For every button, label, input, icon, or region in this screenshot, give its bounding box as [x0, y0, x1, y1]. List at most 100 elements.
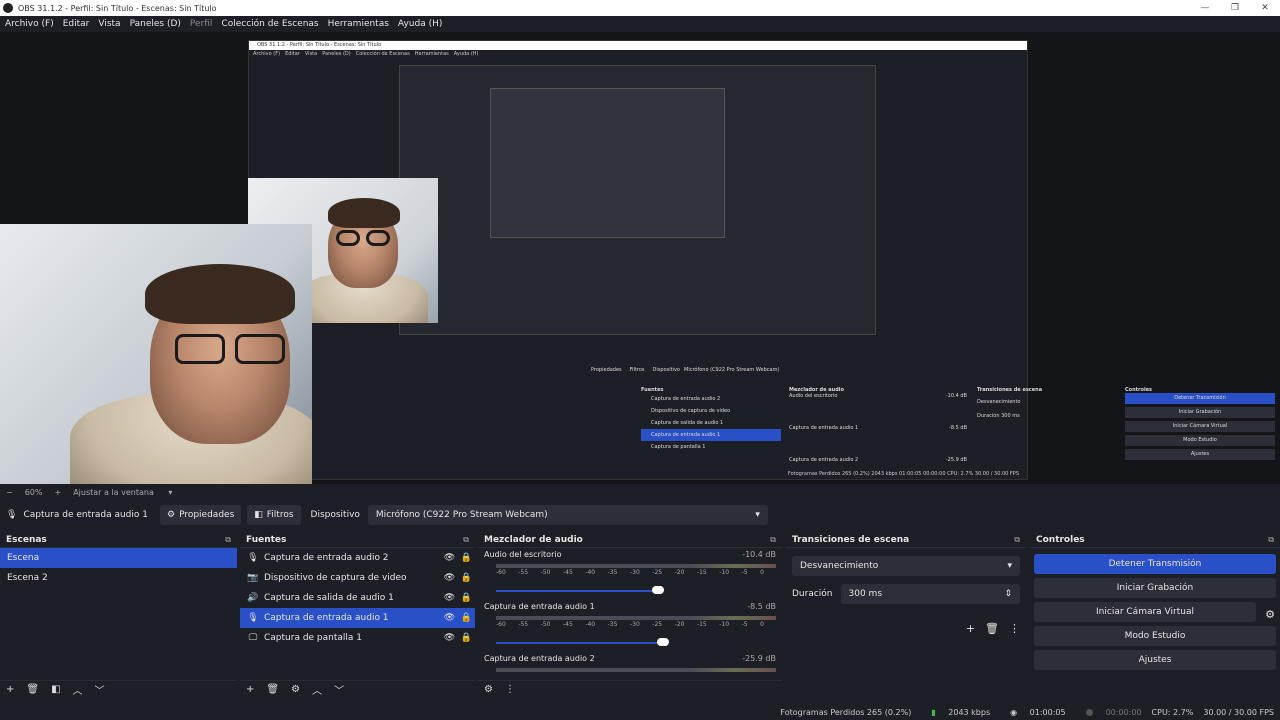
eye-icon[interactable]: 👁: [441, 613, 458, 623]
start-recording-button[interactable]: Iniciar Grabación: [1034, 578, 1276, 598]
add-icon[interactable]: +: [246, 684, 254, 695]
menu-coleccion-escenas[interactable]: Colección de Escenas: [221, 19, 318, 29]
scene-item[interactable]: Escena: [0, 548, 237, 568]
source-item[interactable]: 📷 Dispositivo de captura de video 👁 🔒: [240, 568, 475, 588]
volume-meter: -60 -55 -50 -45 -40 -35 -30 -25 -20 -15 -10 -5 0: [496, 616, 776, 638]
menu-vista[interactable]: Vista: [98, 19, 120, 29]
properties-button[interactable]: ⚙ Propiedades: [159, 505, 242, 525]
trash-icon[interactable]: 🗑: [26, 684, 39, 695]
status-bar: Fotogramas Perdidos 265 (0.2%) ▮ 2043 kb…: [0, 704, 1280, 720]
lock-icon[interactable]: 🔒: [458, 593, 475, 603]
source-toolbar: 🎙 Captura de entrada audio 1 ⚙ Propiedade…: [0, 502, 1280, 528]
chevron-down-icon[interactable]: ﹀: [334, 682, 344, 697]
lock-icon[interactable]: 🔒: [458, 573, 475, 583]
lock-icon[interactable]: 🔒: [458, 633, 475, 643]
minimize-icon[interactable]: —: [1190, 3, 1220, 13]
gear-icon[interactable]: ⚙: [1260, 608, 1280, 621]
eye-icon[interactable]: 👁: [441, 593, 458, 603]
preview-canvas[interactable]: OBS 31.1.2 - Perfil: Sin Título - Escena…: [0, 32, 1280, 484]
signal-icon: ▮: [931, 707, 936, 717]
more-options-icon[interactable]: ⋮: [505, 684, 515, 695]
cpu-usage: CPU: 2.7%: [1151, 707, 1194, 717]
menu-editar[interactable]: Editar: [63, 19, 90, 29]
source-item[interactable]: 🎙 Captura de entrada audio 2 👁 🔒: [240, 548, 475, 568]
filter-icon[interactable]: ◧: [51, 684, 60, 695]
duration-input[interactable]: 300 ms ⇕: [840, 584, 1020, 604]
monitor-icon: 🖵: [248, 633, 258, 643]
dropped-frames: Fotogramas Perdidos 265 (0.2%): [780, 707, 912, 717]
volume-slider[interactable]: [496, 586, 776, 596]
stop-stream-button[interactable]: Detener Transmisión: [1034, 554, 1276, 574]
scene-item[interactable]: Escena 2: [0, 568, 237, 588]
more-options-icon[interactable]: ⋮: [1009, 622, 1020, 635]
gear-icon[interactable]: ⚙: [291, 684, 300, 695]
undock-icon[interactable]: ⧉: [225, 535, 231, 545]
zoom-fit-dropdown[interactable]: Ajustar a la ventana ▾: [73, 488, 172, 497]
chevron-down-icon[interactable]: ﹀: [95, 682, 105, 697]
trash-icon[interactable]: 🗑: [985, 622, 999, 635]
chevron-down-icon: ▾: [755, 510, 760, 520]
sources-title: Fuentes: [246, 534, 287, 545]
webcam-feed-large: [0, 224, 312, 484]
source-item[interactable]: 🖵 Captura de pantalla 1 👁 🔒: [240, 628, 475, 648]
trash-icon[interactable]: 🗑: [266, 684, 279, 695]
undock-icon[interactable]: ⧉: [1268, 535, 1274, 545]
add-icon[interactable]: +: [966, 622, 975, 635]
controls-dock: Controles ⧉ Detener Transmisión Iniciar G…: [1030, 532, 1280, 698]
volume-slider[interactable]: [496, 638, 776, 648]
chevron-up-icon[interactable]: ︿: [312, 682, 322, 697]
nested-docks: Propiedades Filtros Dispositivo Micrófon…: [561, 363, 1277, 483]
undock-icon[interactable]: ⧉: [770, 535, 776, 545]
menu-ayuda[interactable]: Ayuda (H): [398, 19, 442, 29]
mic-icon: 🎙: [247, 553, 259, 563]
eye-icon[interactable]: 👁: [441, 573, 458, 583]
mixer-channel: Captura de entrada audio 2 -25.9 dB: [478, 652, 782, 680]
menu-herramientas[interactable]: Herramientas: [328, 19, 389, 29]
close-icon[interactable]: ✕: [1250, 3, 1280, 13]
maximize-icon[interactable]: ❐: [1220, 3, 1250, 13]
add-icon[interactable]: +: [6, 684, 14, 695]
filter-icon: ◧: [254, 510, 263, 520]
nested-sources-dock: Fuentes Captura de entrada audio 2 Dispo…: [641, 387, 781, 453]
transition-select[interactable]: Desvanecimiento ▾: [792, 556, 1020, 576]
source-item[interactable]: 🔊 Captura de salida de audio 1 👁 🔒: [240, 588, 475, 608]
window-titlebar: OBS 31.1.2 - Perfil: Sin Título - Escena…: [0, 0, 1280, 16]
zoom-out-button[interactable]: −: [6, 488, 13, 497]
menu-archivo[interactable]: Archivo (F): [5, 19, 54, 29]
settings-icon[interactable]: ⚙: [484, 684, 493, 695]
gear-icon: ⚙: [166, 510, 176, 520]
lock-icon[interactable]: 🔒: [458, 553, 475, 563]
menu-paneles[interactable]: Paneles (D): [130, 19, 181, 29]
nested-title: OBS 31.1.2 - Perfil: Sin Título - Escena…: [249, 41, 1027, 50]
nested-source-toolbar: Propiedades Filtros Dispositivo Micrófon…: [591, 367, 780, 373]
menu-perfil[interactable]: Perfil: [190, 19, 213, 29]
channel-db: -8.5 dB: [747, 602, 776, 611]
lock-icon[interactable]: 🔒: [458, 613, 475, 623]
obs-logo-icon: [3, 3, 13, 13]
undock-icon[interactable]: ⧉: [1014, 535, 1020, 545]
device-select[interactable]: Micrófono (C922 Pro Stream Webcam) ▾: [367, 505, 768, 525]
zoom-in-button[interactable]: +: [54, 488, 61, 497]
window-title: OBS 31.1.2 - Perfil: Sin Título - Escena…: [18, 3, 217, 13]
nested-controls-dock: Controles Detener Transmisión Iniciar Gr…: [1125, 387, 1275, 463]
transitions-title: Transiciones de escena: [792, 534, 910, 545]
nested-menu: Archivo (F) Editar Vista Paneles (D) Colecci…: [253, 51, 479, 57]
mixer-channel: Audio del escritorio -10.4 dB -60 -55 -50 -4…: [478, 548, 782, 600]
scenes-title: Escenas: [6, 534, 47, 545]
eye-icon[interactable]: 👁: [441, 633, 458, 643]
undock-icon[interactable]: ⧉: [463, 535, 469, 545]
studio-mode-button[interactable]: Modo Estudio: [1034, 626, 1276, 646]
settings-button[interactable]: Ajustes: [1034, 650, 1276, 670]
eye-icon[interactable]: 👁: [441, 553, 458, 563]
meter-ticks: -60 -55 -50 -45 -40 -35 -30 -25 -20 -15 -10 -5 0: [496, 569, 764, 576]
zoom-level: 60%: [24, 487, 43, 497]
stepper-icon[interactable]: ⇕: [1004, 589, 1012, 599]
source-item[interactable]: 🎙 Captura de entrada audio 1 👁 🔒: [240, 608, 475, 628]
filters-button[interactable]: ◧ Filtros: [247, 505, 301, 525]
chevron-up-icon[interactable]: ︿: [73, 682, 83, 697]
channel-name: Captura de entrada audio 2: [484, 654, 595, 663]
stream-time: 01:00:05: [1029, 707, 1066, 717]
speaker-icon: 🔊: [247, 593, 259, 603]
start-virtual-camera-button[interactable]: Iniciar Cámara Virtual: [1034, 602, 1256, 622]
mixer-channel: Captura de entrada audio 1 -8.5 dB -60 -55…: [478, 600, 782, 652]
